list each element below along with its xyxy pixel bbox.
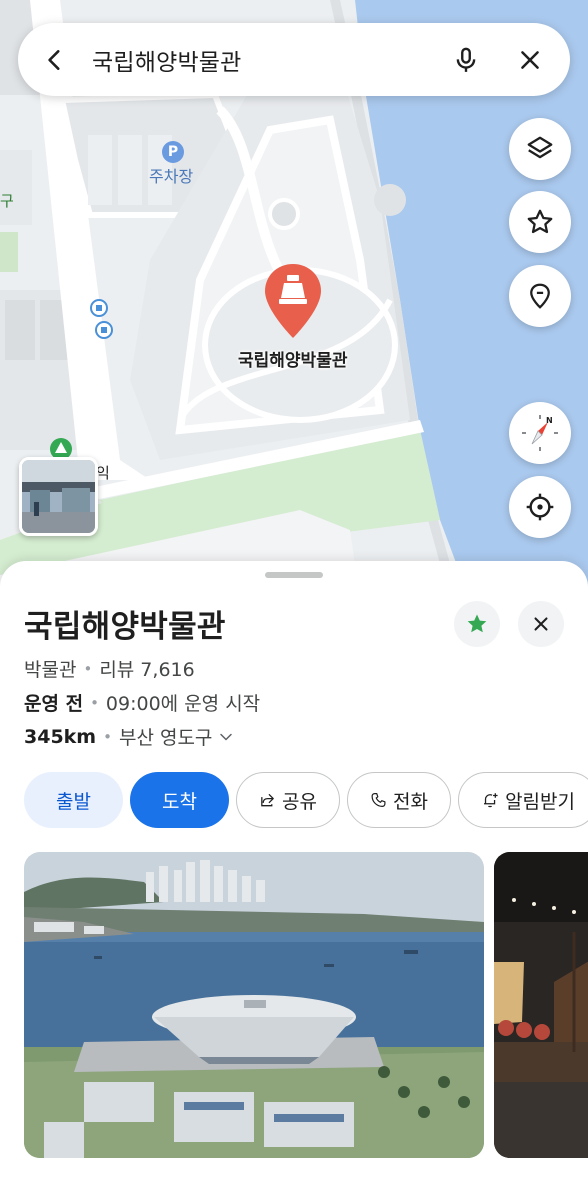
- place-photo[interactable]: [24, 852, 484, 1158]
- opening-hours: 09:00에 운영 시작: [105, 693, 261, 715]
- star-icon: [527, 209, 553, 234]
- parking-label: 주차장: [149, 167, 194, 186]
- sheet-drag-handle[interactable]: [265, 572, 323, 578]
- hours-line[interactable]: 운영 전 • 09:00에 운영 시작: [24, 689, 260, 716]
- voice-search-button[interactable]: [434, 23, 498, 96]
- opening-status: 운영 전: [24, 693, 84, 715]
- close-sheet-button[interactable]: [518, 601, 564, 647]
- my-location-button[interactable]: [509, 476, 571, 538]
- bell-plus-icon: [484, 793, 498, 808]
- action-buttons-row: 출발 도착 공유 전화 알림받기: [24, 772, 588, 828]
- map-side-label-small: 익: [96, 464, 110, 482]
- mic-icon: [456, 47, 476, 72]
- save-place-button[interactable]: [454, 601, 500, 647]
- place-marker[interactable]: [263, 262, 323, 342]
- locate-icon: [526, 493, 554, 521]
- call-button[interactable]: 전화: [347, 772, 451, 828]
- back-arrow-icon: [48, 49, 60, 70]
- place-category: 박물관: [24, 659, 77, 681]
- phone-icon: [371, 793, 386, 807]
- saved-star-icon: [467, 614, 487, 633]
- distance: 345km: [24, 725, 97, 748]
- map-view[interactable]: P 주차장 구 익 국립해양박물관 국립해양박물관 N: [0, 0, 588, 600]
- notify-label: 알림받기: [505, 790, 575, 813]
- close-icon: [534, 617, 548, 631]
- separator-dot: •: [83, 659, 93, 678]
- photo-carousel[interactable]: [24, 852, 588, 1158]
- my-places-button[interactable]: [509, 265, 571, 327]
- share-icon: [261, 793, 274, 807]
- place-marker-label: 국립해양박물관: [238, 351, 348, 371]
- museum-icon: [265, 264, 321, 338]
- share-label: 공유: [282, 790, 317, 813]
- compass-button[interactable]: N: [509, 402, 571, 464]
- share-button[interactable]: 공유: [236, 772, 340, 828]
- notify-button[interactable]: 알림받기: [458, 772, 588, 828]
- svg-text:N: N: [546, 416, 553, 425]
- map-side-label: 구: [0, 192, 14, 210]
- call-label: 전화: [393, 790, 428, 813]
- review-count[interactable]: 리뷰 7,616: [99, 655, 194, 682]
- address-area: 부산 영도구: [118, 727, 213, 749]
- place-photo[interactable]: [494, 852, 588, 1158]
- separator-dot: •: [103, 727, 112, 746]
- back-button[interactable]: [18, 23, 92, 96]
- clear-search-button[interactable]: [498, 23, 562, 96]
- separator-dot: •: [90, 693, 99, 712]
- category-line: 박물관 • 리뷰 7,616: [24, 655, 195, 682]
- search-query-text[interactable]: 국립해양박물관: [92, 43, 434, 77]
- close-icon: [521, 50, 539, 69]
- layers-button[interactable]: [509, 118, 571, 180]
- place-title: 국립해양박물관: [24, 609, 226, 645]
- saved-places-button[interactable]: [509, 191, 571, 253]
- compass-icon: N: [522, 415, 558, 451]
- search-bar[interactable]: 국립해양박물관: [18, 23, 570, 96]
- street-view-thumbnail[interactable]: [19, 457, 98, 536]
- chevron-down-icon[interactable]: [216, 727, 236, 747]
- parking-poi-icon[interactable]: P: [162, 141, 184, 163]
- distance-line[interactable]: 345km • 부산 영도구: [24, 723, 236, 750]
- pin-icon: [530, 283, 550, 309]
- start-button[interactable]: 출발: [24, 772, 123, 828]
- arrive-button[interactable]: 도착: [130, 772, 229, 828]
- layers-icon: [527, 136, 553, 159]
- place-detail-sheet[interactable]: 국립해양박물관 박물관 • 리뷰 7,616 운영 전 • 09:00에 운영 …: [0, 561, 588, 1200]
